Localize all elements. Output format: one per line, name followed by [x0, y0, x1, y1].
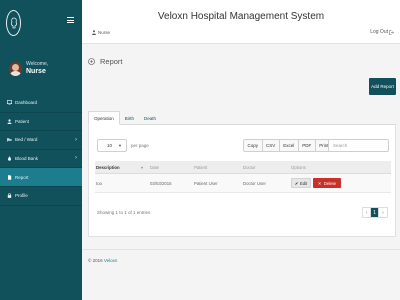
- chevron-right-icon: ›: [75, 155, 77, 162]
- pencil-icon: [295, 181, 298, 185]
- logo-bar: [0, 0, 82, 48]
- csv-button[interactable]: CSV: [262, 140, 280, 151]
- table-header: Description ▾ Date Patient Doctor Option…: [95, 161, 391, 174]
- per-page-select[interactable]: 10 ▼: [97, 139, 127, 152]
- logout-button[interactable]: Log Out: [370, 29, 394, 35]
- hospital-logo-icon[interactable]: [6, 10, 21, 36]
- tab-death[interactable]: Death: [139, 111, 161, 125]
- file-icon: [6, 174, 12, 180]
- sidebar-item-dashboard[interactable]: Dashboard: [0, 94, 82, 113]
- menu-toggle-icon[interactable]: [67, 17, 74, 23]
- sidebar-item-label: Bed / Ward: [15, 137, 38, 143]
- user-icon: [92, 30, 96, 35]
- profile-name: Nurse: [26, 68, 46, 75]
- sidebar-item-label: Dashboard: [15, 100, 38, 106]
- search-input[interactable]: [328, 139, 389, 152]
- report-table: Description ▾ Date Patient Doctor Option…: [95, 161, 391, 193]
- bed-icon: [6, 137, 12, 142]
- column-header-patient[interactable]: Patient: [193, 165, 242, 170]
- page-heading: Report: [88, 57, 123, 66]
- prev-page-button[interactable]: ‹: [363, 208, 371, 217]
- welcome-text: Welcome,: [26, 61, 49, 67]
- sidebar-item-report[interactable]: Report: [0, 168, 82, 187]
- column-header-description[interactable]: Description ▾: [95, 165, 149, 170]
- column-header-date[interactable]: Date: [149, 165, 193, 170]
- footer-divider: [82, 249, 400, 250]
- column-header-doctor[interactable]: Doctor: [242, 165, 290, 170]
- edit-label: Edit: [300, 180, 308, 186]
- chevron-down-icon: ▼: [118, 143, 122, 148]
- column-label: Description: [96, 164, 120, 170]
- pdf-button[interactable]: PDF: [298, 140, 316, 151]
- plus-circle-icon: [88, 58, 95, 65]
- next-page-button[interactable]: ›: [379, 208, 387, 217]
- table-info: Showing 1 to 1 of 1 entries: [97, 210, 151, 215]
- lock-icon: [6, 193, 12, 199]
- sidebar-profile: Welcome, Nurse: [0, 58, 82, 88]
- table-row: too 03/03/2015 Patient User Doctor User …: [95, 174, 391, 193]
- sidebar-item-bed-ward[interactable]: Bed / Ward ›: [0, 131, 82, 150]
- dashboard-icon: [6, 100, 12, 105]
- main-content: Report Add Report Operation Birth Death …: [82, 44, 400, 300]
- sidebar-item-label: Profile: [15, 193, 28, 199]
- export-button-group: Copy CSV Excel PDF Print: [243, 139, 334, 152]
- sidebar-item-blood-bank[interactable]: Blood Bank ›: [0, 150, 82, 168]
- cell-doctor: Doctor User: [243, 180, 266, 186]
- tab-operation[interactable]: Operation: [88, 111, 120, 125]
- column-header-options: Options: [291, 164, 306, 170]
- close-icon: ×: [318, 180, 321, 186]
- cell-patient: Patient User: [194, 180, 218, 186]
- header-user[interactable]: Nurse: [92, 30, 110, 35]
- delete-label: Delete: [323, 180, 336, 186]
- sort-icon: ▾: [140, 164, 143, 170]
- per-page-value: 10: [107, 143, 113, 148]
- cell-options: Edit × Delete: [290, 178, 391, 188]
- drop-icon: [6, 156, 12, 161]
- copyright-text: © 2016: [88, 258, 104, 263]
- tab-birth[interactable]: Birth: [120, 111, 139, 125]
- add-report-button[interactable]: Add Report: [369, 78, 396, 95]
- sidebar-item-patient[interactable]: Patient: [0, 113, 82, 131]
- logout-icon: [389, 29, 394, 35]
- delete-button[interactable]: × Delete: [313, 178, 341, 188]
- edit-button[interactable]: Edit: [291, 178, 312, 188]
- header-user-name: Nurse: [98, 30, 111, 35]
- chevron-right-icon: ›: [75, 136, 77, 143]
- page-1-button[interactable]: 1: [371, 208, 379, 217]
- per-page-label: per page: [131, 143, 149, 148]
- app-title: Veloxn Hospital Management System: [157, 11, 325, 22]
- brand-link[interactable]: Veloxn: [104, 258, 118, 263]
- logout-label: Log Out: [370, 29, 388, 35]
- sidebar-item-label: Patient: [15, 118, 30, 124]
- user-icon: [6, 119, 12, 124]
- sidebar-nav: Dashboard Patient Bed / Ward › Blood Ban…: [0, 94, 82, 206]
- footer: © 2016 Veloxn: [88, 258, 117, 263]
- sidebar-item-profile[interactable]: Profile: [0, 187, 82, 206]
- sidebar: Welcome, Nurse Dashboard Patient Bed / W…: [0, 0, 82, 300]
- sidebar-item-label: Report: [15, 174, 29, 180]
- avatar: [9, 62, 22, 76]
- cell-description: too: [96, 180, 102, 186]
- sidebar-item-label: Blood Bank: [15, 155, 39, 161]
- cell-date: 03/03/2015: [150, 180, 172, 186]
- top-header: Veloxn Hospital Management System Nurse …: [82, 0, 400, 44]
- page-title: Report: [100, 57, 123, 66]
- copy-button[interactable]: Copy: [244, 140, 263, 151]
- report-table-card: 10 ▼ per page Copy CSV Excel PDF Print D…: [88, 125, 396, 237]
- excel-button[interactable]: Excel: [279, 140, 299, 151]
- pagination: ‹ 1 ›: [362, 207, 388, 218]
- report-tabs: Operation Birth Death: [88, 111, 396, 125]
